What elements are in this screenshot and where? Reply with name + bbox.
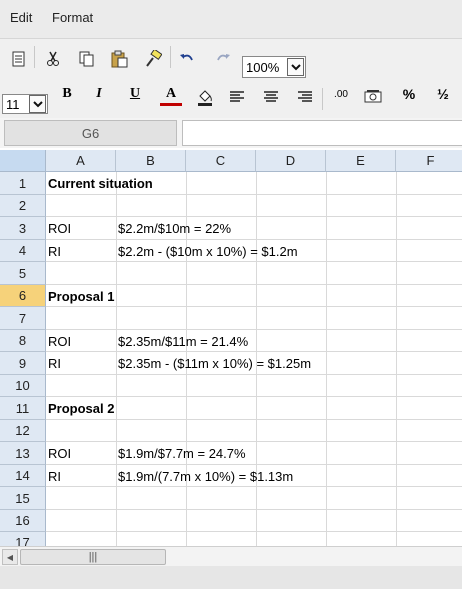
row-header-6[interactable]: 6	[0, 285, 46, 307]
cell-a1[interactable]: Current situation	[46, 172, 153, 194]
row-header-8[interactable]: 8	[0, 330, 46, 352]
row-header-9[interactable]: 9	[0, 352, 46, 375]
cell-b4[interactable]: $2.2m - ($10m x 10%) = $1.2m	[116, 240, 298, 262]
grid-line	[46, 531, 462, 532]
cell-b13[interactable]: $1.9m/$7.7m = 24.7%	[116, 442, 246, 464]
grid-line	[46, 194, 462, 195]
menu-edit[interactable]: Edit	[10, 10, 32, 25]
cell-a4[interactable]: RI	[46, 240, 61, 262]
grid-line	[46, 374, 462, 375]
grid-line	[326, 172, 327, 546]
grid-line	[46, 216, 462, 217]
decimal-button[interactable]: .00	[330, 89, 352, 109]
cell-b3[interactable]: $2.2m/$10m = 22%	[116, 217, 231, 239]
zoom-value: 100%	[246, 59, 280, 75]
currency-icon[interactable]	[362, 86, 384, 108]
column-header-f[interactable]: F	[396, 150, 462, 172]
status-bar	[0, 566, 462, 589]
name-box[interactable]: G6	[4, 120, 177, 146]
bold-button[interactable]: B	[56, 86, 78, 106]
horizontal-scrollbar[interactable]: ◀ |||	[0, 546, 462, 566]
undo-icon[interactable]	[176, 48, 198, 70]
grid-line	[46, 419, 462, 420]
cell-a3[interactable]: ROI	[46, 217, 71, 239]
column-header-d[interactable]: D	[256, 150, 326, 172]
cell-a14[interactable]: RI	[46, 465, 61, 487]
row-header-7[interactable]: 7	[0, 307, 46, 330]
cell-b14[interactable]: $1.9m/(7.7m x 10%) = $1.13m	[116, 465, 293, 487]
cell-b8[interactable]: $2.35m/$11m = 21.4%	[116, 330, 248, 352]
row-header-15[interactable]: 15	[0, 487, 46, 510]
menu-bar: Edit Format	[0, 0, 462, 38]
row-header-5[interactable]: 5	[0, 262, 46, 285]
row-header-13[interactable]: 13	[0, 442, 46, 465]
row-header-17[interactable]: 17	[0, 532, 46, 546]
redo-icon[interactable]	[212, 48, 234, 70]
column-header-a[interactable]: A	[46, 150, 116, 172]
toolbar-separator	[34, 46, 35, 68]
fraction-button[interactable]: ½	[432, 86, 454, 106]
font-color-button[interactable]: A	[160, 86, 182, 106]
select-all-corner[interactable]	[0, 150, 46, 172]
column-header-b[interactable]: B	[116, 150, 186, 172]
chevron-down-icon[interactable]	[29, 95, 46, 113]
cell-a8[interactable]: ROI	[46, 330, 71, 352]
font-size-value: 11	[6, 96, 20, 112]
cell-b9[interactable]: $2.35m - ($11m x 10%) = $1.25m	[116, 352, 311, 374]
align-left-icon[interactable]	[226, 86, 248, 108]
underline-button[interactable]: U	[124, 86, 146, 106]
paste-icon[interactable]	[108, 48, 130, 70]
chevron-down-icon[interactable]	[287, 58, 304, 76]
cell-a13[interactable]: ROI	[46, 442, 71, 464]
cell-a11[interactable]: Proposal 2	[46, 397, 114, 419]
column-header-c[interactable]: C	[186, 150, 256, 172]
row-header-16[interactable]: 16	[0, 510, 46, 532]
format-painter-icon[interactable]	[142, 48, 164, 70]
menu-format[interactable]: Format	[52, 10, 93, 25]
row-header-1[interactable]: 1	[0, 172, 46, 195]
align-right-icon[interactable]	[294, 86, 316, 108]
copy-icon[interactable]	[76, 48, 98, 70]
row-header-2[interactable]: 2	[0, 195, 46, 217]
row-header-11[interactable]: 11	[0, 397, 46, 420]
grid-line	[396, 172, 397, 546]
grid-line	[46, 441, 462, 442]
cell-a9[interactable]: RI	[46, 352, 61, 374]
row-header-4[interactable]: 4	[0, 240, 46, 262]
toolbar-separator	[170, 46, 171, 68]
scroll-thumb[interactable]: |||	[20, 549, 166, 565]
spreadsheet-grid: A B C D E F 1 2 3 4 5 6 7 8 9 10 11 12 1…	[0, 150, 462, 546]
formula-input[interactable]	[182, 120, 462, 146]
row-header-12[interactable]: 12	[0, 420, 46, 442]
italic-button[interactable]: I	[88, 86, 110, 106]
toolbar-separator	[322, 88, 323, 110]
grid-line	[46, 509, 462, 510]
font-size-select[interactable]: 11	[2, 94, 48, 114]
fill-color-icon[interactable]	[194, 86, 216, 108]
scroll-left-icon[interactable]: ◀	[2, 549, 18, 565]
scroll-grip: |||	[88, 551, 98, 563]
align-center-icon[interactable]	[260, 86, 282, 108]
row-header-14[interactable]: 14	[0, 465, 46, 487]
percent-button[interactable]: %	[398, 86, 420, 106]
row-header-10[interactable]: 10	[0, 375, 46, 397]
cell-a6[interactable]: Proposal 1	[46, 285, 114, 307]
cut-icon[interactable]	[42, 48, 64, 70]
zoom-select[interactable]: 100%	[242, 56, 306, 78]
grid-line	[46, 329, 462, 330]
new-document-icon[interactable]	[8, 48, 30, 70]
row-header-3[interactable]: 3	[0, 217, 46, 240]
column-header-e[interactable]: E	[326, 150, 396, 172]
